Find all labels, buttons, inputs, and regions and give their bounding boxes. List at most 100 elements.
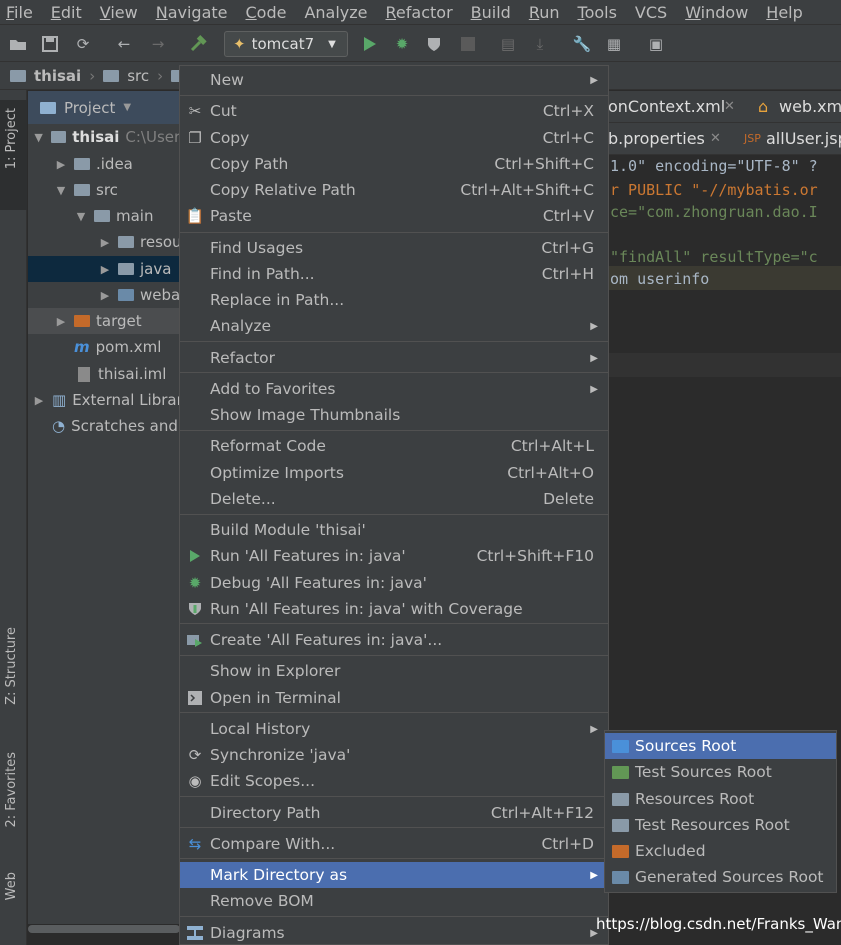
- menu-item-directory-path[interactable]: Directory Path Ctrl+Alt+F12: [180, 800, 608, 826]
- structure-tool-tab[interactable]: Z: Structure: [0, 625, 27, 725]
- menu-run[interactable]: Run: [529, 3, 560, 22]
- project-panel-header[interactable]: Project ▼: [28, 91, 188, 124]
- forward-arrow-icon[interactable]: →: [148, 34, 168, 54]
- menu-item-paste[interactable]: 📋 Paste Ctrl+V: [180, 203, 608, 229]
- debug-icon[interactable]: ✹: [392, 34, 412, 54]
- menu-item-compare-with[interactable]: ⇆ Compare With... Ctrl+D: [180, 831, 608, 857]
- tree-item[interactable]: ▶ target: [28, 308, 188, 334]
- submenu-item-label: Generated Sources Root: [635, 868, 824, 886]
- build-hammer-icon[interactable]: [188, 34, 208, 54]
- tree-item[interactable]: ▶ ▥ External Librar: [28, 387, 188, 413]
- menu-item-shortcut: Ctrl+V: [542, 207, 594, 225]
- update-icon[interactable]: ▤: [498, 34, 518, 54]
- menu-item-add-to-favorites[interactable]: Add to Favorites ▶: [180, 376, 608, 402]
- tree-item[interactable]: ▼ thisai C:\Users: [28, 124, 188, 150]
- menu-item-refactor[interactable]: Refactor ▶: [180, 345, 608, 371]
- menu-item-remove-bom[interactable]: Remove BOM: [180, 888, 608, 914]
- menu-item-find-usages[interactable]: Find Usages Ctrl+G: [180, 235, 608, 261]
- tree-item[interactable]: ▶ weba: [28, 282, 188, 308]
- menu-file[interactable]: File: [6, 3, 33, 22]
- menu-window[interactable]: Window: [685, 3, 748, 22]
- menu-item-debug[interactable]: ✹ Debug 'All Features in: java': [180, 570, 608, 596]
- collapsed-arrow-icon: ▶: [100, 235, 110, 249]
- menu-item-reformat-code[interactable]: Reformat Code Ctrl+Alt+L: [180, 433, 608, 459]
- menu-item-new[interactable]: New ▶: [180, 67, 608, 93]
- menu-help[interactable]: Help: [766, 3, 802, 22]
- menu-item-analyze[interactable]: Analyze ▶: [180, 313, 608, 339]
- tree-item[interactable]: ▼ main: [28, 203, 188, 229]
- submenu-item-excluded[interactable]: Excluded: [605, 838, 836, 864]
- menu-item-cut[interactable]: ✂ Cut Ctrl+X: [180, 98, 608, 124]
- menu-item-copy-path[interactable]: Copy Path Ctrl+Shift+C: [180, 151, 608, 177]
- menu-item-create-run-config[interactable]: Create 'All Features in: java'...: [180, 627, 608, 653]
- resources-folder-icon: [118, 236, 134, 248]
- tree-item[interactable]: m pom.xml: [28, 334, 188, 360]
- menu-edit[interactable]: Edit: [51, 3, 82, 22]
- breadcrumb-item[interactable]: src: [127, 67, 149, 85]
- editor-tab[interactable]: web.xml: [779, 97, 841, 116]
- submenu-item-test-resources-root[interactable]: Test Resources Root: [605, 812, 836, 838]
- project-tool-tab[interactable]: 1: Project: [0, 100, 27, 210]
- menu-build[interactable]: Build: [471, 3, 511, 22]
- submenu-item-generated-sources-root[interactable]: Generated Sources Root: [605, 864, 836, 890]
- editor-tab[interactable]: allUser.jsp: [766, 129, 841, 148]
- submenu-item-test-sources-root[interactable]: Test Sources Root: [605, 759, 836, 785]
- tree-item[interactable]: ◔ Scratches and: [28, 413, 188, 439]
- tree-item[interactable]: ▶ .idea: [28, 151, 188, 177]
- editor-tab[interactable]: onContext.xml: [608, 97, 725, 116]
- open-folder-icon[interactable]: [8, 34, 28, 54]
- menu-item-optimize-imports[interactable]: Optimize Imports Ctrl+Alt+O: [180, 460, 608, 486]
- run-configuration-select[interactable]: ✦ tomcat7 ▼: [224, 31, 348, 57]
- menu-item-show-image-thumbnails[interactable]: Show Image Thumbnails: [180, 402, 608, 428]
- project-structure-icon[interactable]: ▦: [604, 34, 624, 54]
- download-icon[interactable]: ⤓: [530, 34, 550, 54]
- submenu-item-sources-root[interactable]: Sources Root: [605, 733, 836, 759]
- menu-item-local-history[interactable]: Local History ▶: [180, 716, 608, 742]
- tree-scrollbar[interactable]: [28, 925, 180, 933]
- coverage-icon[interactable]: [424, 34, 444, 54]
- menu-item-open-in-terminal[interactable]: Open in Terminal: [180, 685, 608, 711]
- save-icon[interactable]: [40, 34, 60, 54]
- tree-item[interactable]: ▶ resou: [28, 229, 188, 255]
- menu-item-replace-in-path[interactable]: Replace in Path...: [180, 287, 608, 313]
- stop-icon[interactable]: [458, 34, 478, 54]
- menu-view[interactable]: View: [100, 3, 138, 22]
- close-icon[interactable]: ✕: [710, 131, 721, 146]
- menu-item-build-module[interactable]: Build Module 'thisai': [180, 517, 608, 543]
- close-icon[interactable]: ✕: [724, 99, 735, 114]
- menu-item-copy-relative-path[interactable]: Copy Relative Path Ctrl+Alt+Shift+C: [180, 177, 608, 203]
- tree-item[interactable]: thisai.iml: [28, 361, 188, 387]
- menu-item-run-with-coverage[interactable]: Run 'All Features in: java' with Coverag…: [180, 596, 608, 622]
- menu-item-delete[interactable]: Delete... Delete: [180, 486, 608, 512]
- tree-item[interactable]: ▼ src: [28, 177, 188, 203]
- menu-item-find-in-path[interactable]: Find in Path... Ctrl+H: [180, 261, 608, 287]
- submenu-item-resources-root[interactable]: Resources Root: [605, 786, 836, 812]
- back-arrow-icon[interactable]: ←: [114, 34, 134, 54]
- sdk-manager-icon[interactable]: ▣: [646, 34, 666, 54]
- menu-tools[interactable]: Tools: [578, 3, 617, 22]
- copy-icon: ❐: [188, 129, 202, 147]
- menu-item-copy[interactable]: ❐ Copy Ctrl+C: [180, 125, 608, 151]
- settings-wrench-icon[interactable]: 🔧: [572, 34, 592, 54]
- menu-item-show-in-explorer[interactable]: Show in Explorer: [180, 658, 608, 684]
- terminal-icon: [186, 689, 204, 707]
- submenu-item-label: Test Sources Root: [635, 763, 772, 781]
- run-icon[interactable]: [360, 34, 380, 54]
- menu-item-edit-scopes[interactable]: ◉ Edit Scopes...: [180, 768, 608, 794]
- menu-code[interactable]: Code: [246, 3, 287, 22]
- menu-item-run[interactable]: Run 'All Features in: java' Ctrl+Shift+F1…: [180, 543, 608, 569]
- web-tool-tab[interactable]: Web: [0, 870, 27, 930]
- tree-item-selected[interactable]: ▶ java: [28, 256, 188, 282]
- menu-analyze[interactable]: Analyze: [304, 3, 367, 22]
- sync-icon[interactable]: ⟳: [73, 34, 93, 54]
- menu-item-synchronize[interactable]: ⟳ Synchronize 'java': [180, 742, 608, 768]
- editor-tab[interactable]: b.properties: [608, 129, 705, 148]
- menu-navigate[interactable]: Navigate: [156, 3, 228, 22]
- menu-refactor[interactable]: Refactor: [386, 3, 453, 22]
- breadcrumb-item[interactable]: thisai: [34, 67, 81, 85]
- favorites-tool-tab[interactable]: 2: Favorites: [0, 750, 27, 850]
- menu-item-diagrams[interactable]: Diagrams ▶: [180, 920, 608, 945]
- menu-item-label: Compare With...: [210, 835, 336, 853]
- menu-item-mark-directory-as[interactable]: Mark Directory as ▶: [180, 862, 608, 888]
- menu-vcs[interactable]: VCS: [635, 3, 667, 22]
